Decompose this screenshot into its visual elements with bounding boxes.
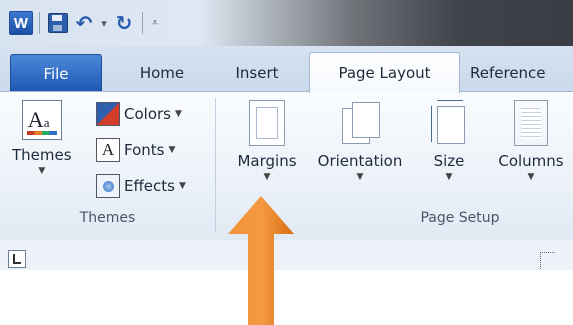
themes-label: Themes <box>12 146 72 164</box>
tab-references[interactable]: Reference <box>470 54 573 92</box>
margins-label: Margins <box>237 152 297 170</box>
chevron-down-icon: ▼ <box>356 172 364 182</box>
fonts-label: Fonts <box>124 141 165 159</box>
qat-separator <box>142 12 143 34</box>
chevron-down-icon: ▼ <box>38 166 46 176</box>
qat-separator <box>39 12 40 34</box>
margins-button[interactable]: Margins ▼ <box>229 100 305 182</box>
tab-selector-icon[interactable] <box>8 250 26 268</box>
orientation-label: Orientation <box>317 152 403 170</box>
chevron-down-icon: ▼ <box>168 145 176 155</box>
effects-icon <box>96 174 120 198</box>
effects-label: Effects <box>124 177 175 195</box>
word-icon[interactable]: W <box>8 10 34 36</box>
undo-icon[interactable]: ↶ <box>71 10 97 36</box>
group-label-page-setup: Page Setup <box>420 210 500 226</box>
effects-button[interactable]: Effects ▼ <box>96 172 186 200</box>
colors-label: Colors <box>124 105 171 123</box>
size-icon <box>431 100 467 146</box>
colors-button[interactable]: Colors ▼ <box>96 100 182 128</box>
quick-access-toolbar: W ↶ ▾ ↻ ⩡ <box>8 8 162 38</box>
arrow-shape <box>228 196 294 325</box>
tab-file[interactable]: File <box>10 54 102 92</box>
save-icon[interactable] <box>45 10 71 36</box>
colors-icon <box>96 102 120 126</box>
themes-button[interactable]: Aa Themes ▼ <box>12 100 72 176</box>
tab-page-layout[interactable]: Page Layout <box>309 52 460 93</box>
themes-icon: Aa <box>21 100 62 140</box>
ruler-marker-icon <box>540 252 555 270</box>
undo-dropdown-icon[interactable]: ▾ <box>97 10 111 36</box>
chevron-down-icon: ▼ <box>263 172 271 182</box>
size-button[interactable]: Size ▼ <box>424 100 474 182</box>
size-label: Size <box>433 152 465 170</box>
chevron-down-icon: ▼ <box>174 109 182 119</box>
ribbon-tabs: File Home Insert Page Layout Reference <box>0 46 573 93</box>
tab-insert[interactable]: Insert <box>212 54 302 92</box>
columns-icon <box>514 100 548 146</box>
tab-home[interactable]: Home <box>116 54 208 92</box>
columns-button[interactable]: Columns ▼ <box>488 100 573 182</box>
customize-qat-icon[interactable]: ⩡ <box>148 10 162 36</box>
word-logo: W <box>9 11 33 35</box>
orientation-icon <box>340 100 380 146</box>
group-label-themes: Themes <box>79 210 136 226</box>
columns-label: Columns <box>498 152 564 170</box>
fonts-button[interactable]: A Fonts ▼ <box>96 136 175 164</box>
chevron-down-icon: ▼ <box>445 172 453 182</box>
fonts-icon: A <box>96 138 120 162</box>
margins-icon <box>249 100 285 146</box>
chevron-down-icon: ▼ <box>527 172 535 182</box>
title-bar: W ↶ ▾ ↻ ⩡ <box>0 0 573 46</box>
orange-arrow-icon <box>228 196 294 325</box>
group-separator <box>215 98 216 232</box>
chevron-down-icon: ▼ <box>178 181 186 191</box>
redo-icon[interactable]: ↻ <box>111 10 137 36</box>
orientation-button[interactable]: Orientation ▼ <box>307 100 413 182</box>
